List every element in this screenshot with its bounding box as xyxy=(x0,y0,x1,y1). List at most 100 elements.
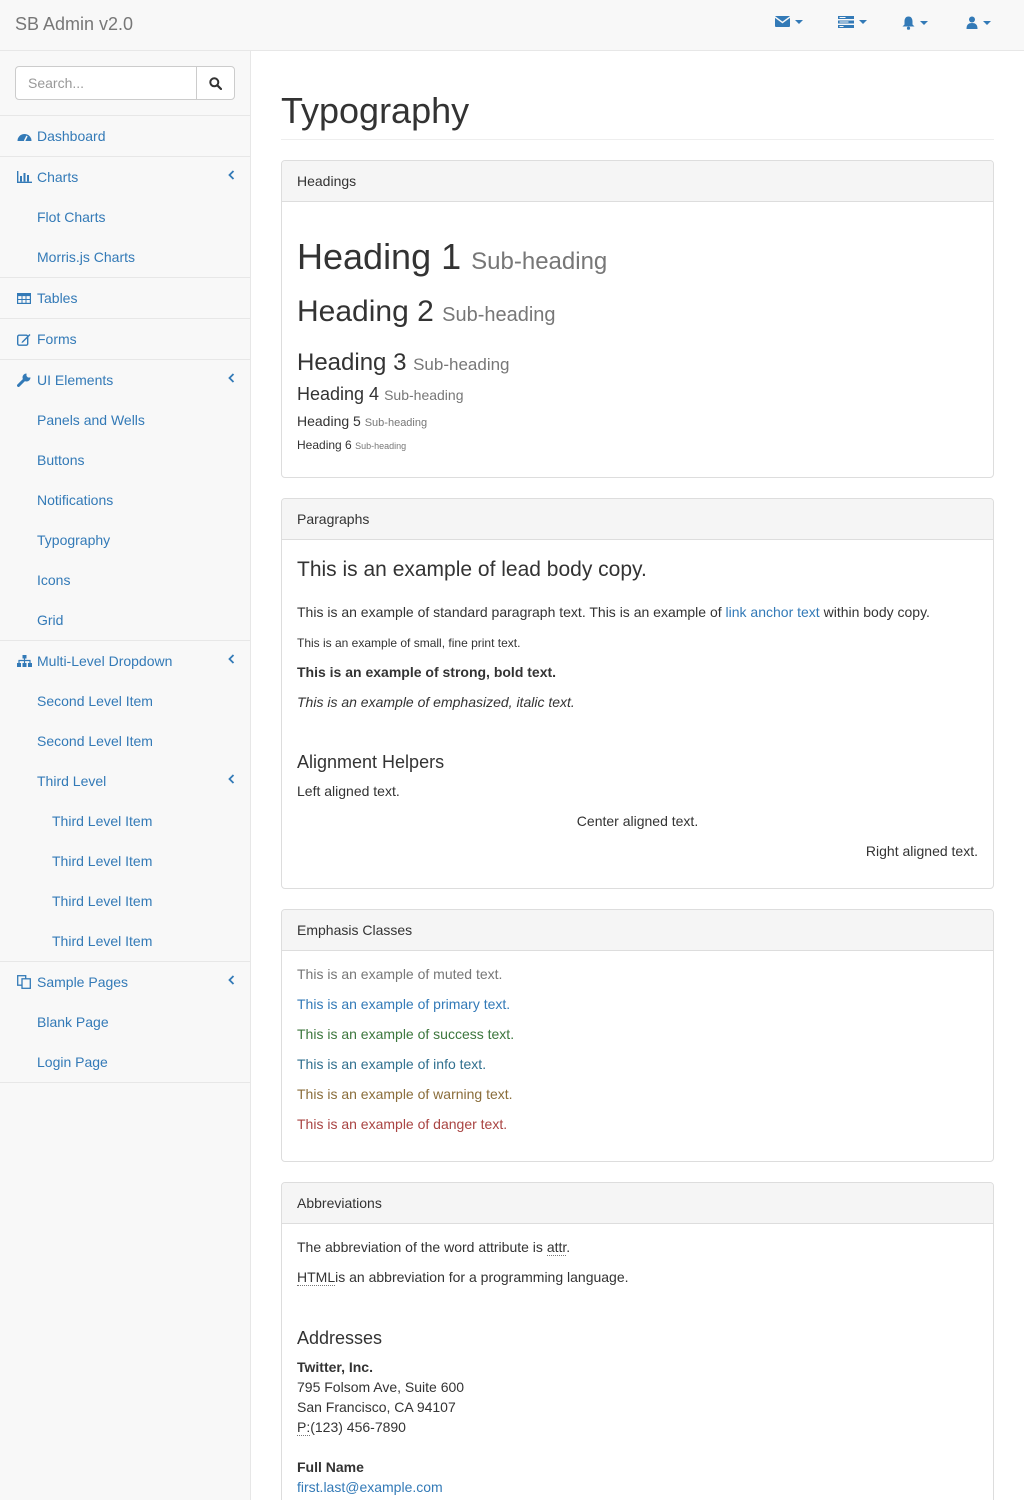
sidebar-group-charts: Charts Flot Charts Morris.js Charts xyxy=(0,157,250,278)
paragraphs-panel: Paragraphs This is an example of lead bo… xyxy=(281,498,994,889)
sidebar-group-tables: Tables xyxy=(0,278,250,319)
sub-heading: Sub-heading xyxy=(364,417,428,429)
sidebar: Dashboard Charts Flot Charts Morris.js C… xyxy=(0,51,251,1500)
muted-text: This is an example of muted text. xyxy=(297,966,503,982)
heading-5: Heading 5 Sub-heading xyxy=(297,413,428,429)
abbreviation-line: The abbreviation of the word attribute i… xyxy=(297,1239,571,1256)
bar-chart-icon xyxy=(17,171,32,183)
success-text: This is an example of success text. xyxy=(297,1026,515,1042)
headings-panel: Headings Heading 1 Sub-heading Heading 2… xyxy=(281,160,994,478)
anchor-link[interactable]: link anchor text xyxy=(726,604,820,620)
lead-paragraph: This is an example of lead body copy. xyxy=(297,558,647,581)
emphasis-panel: Emphasis Classes This is an example of m… xyxy=(281,909,994,1162)
page-title: Typography xyxy=(281,90,470,131)
abbr-html: HTML xyxy=(297,1269,336,1286)
heading-3: Heading 3 Sub-heading xyxy=(297,349,510,376)
heading-4: Heading 4 Sub-heading xyxy=(297,384,464,404)
sidebar-group-forms: Forms xyxy=(0,319,250,360)
address-company: Twitter, Inc. xyxy=(297,1359,373,1375)
html-abbreviation-line: HTMLis an abbreviation for a programming… xyxy=(297,1269,629,1286)
sidebar-item-label: Tables xyxy=(37,290,78,306)
sidebar-item-third-level-item-2[interactable]: Third Level Item xyxy=(0,841,250,881)
sidebar-group-ui-elements: UI Elements Panels and Wells Buttons Not… xyxy=(0,360,250,641)
left-aligned-text: Left aligned text. xyxy=(297,783,400,799)
sidebar-item-third-level-item-1[interactable]: Third Level Item xyxy=(0,801,250,841)
sidebar-item-grid[interactable]: Grid xyxy=(0,600,250,640)
sidebar-item-dashboard[interactable]: Dashboard xyxy=(0,116,250,156)
table-icon xyxy=(17,292,31,304)
sidebar-group-dashboard: Dashboard xyxy=(0,116,250,157)
sidebar-group-sample-pages: Sample Pages Blank Page Login Page xyxy=(0,962,250,1083)
alerts-dropdown[interactable] xyxy=(902,16,928,30)
primary-text: This is an example of primary text. xyxy=(297,996,511,1012)
sidebar-item-charts[interactable]: Charts xyxy=(0,157,250,197)
strong-paragraph: This is an example of strong, bold text. xyxy=(297,664,557,680)
sidebar-item-third-level[interactable]: Third Level xyxy=(0,761,250,801)
heading-2: Heading 2 Sub-heading xyxy=(297,295,556,328)
user-dropdown[interactable] xyxy=(966,16,991,29)
chevron-left-icon xyxy=(228,774,235,784)
sidebar-item-tables[interactable]: Tables xyxy=(0,278,250,318)
sidebar-item-second-level-1[interactable]: Second Level Item xyxy=(0,681,250,721)
sidebar-item-icons[interactable]: Icons xyxy=(0,560,250,600)
sub-heading: Sub-heading xyxy=(384,387,464,403)
sidebar-item-third-level-item-4[interactable]: Third Level Item xyxy=(0,921,250,961)
sidebar-item-morris-charts[interactable]: Morris.js Charts xyxy=(0,237,250,277)
emphasized-paragraph: This is an example of emphasized, italic… xyxy=(297,694,575,710)
sidebar-item-buttons[interactable]: Buttons xyxy=(0,440,250,480)
sidebar-item-login-page[interactable]: Login Page xyxy=(0,1042,250,1082)
sidebar-search xyxy=(0,51,250,116)
wrench-icon xyxy=(17,373,31,387)
address-city: San Francisco, CA 94107 xyxy=(297,1399,456,1415)
sidebar-item-third-level-item-3[interactable]: Third Level Item xyxy=(0,881,250,921)
sidebar-item-ui-elements[interactable]: UI Elements xyxy=(0,360,250,400)
sub-heading: Sub-heading xyxy=(413,355,510,374)
sidebar-item-sample-pages[interactable]: Sample Pages xyxy=(0,962,250,1002)
chevron-left-icon xyxy=(228,654,235,664)
tasks-icon xyxy=(838,16,854,28)
abbr-attr: attr xyxy=(546,1239,567,1256)
sidebar-item-second-level-2[interactable]: Second Level Item xyxy=(0,721,250,761)
sidebar-item-panels-wells[interactable]: Panels and Wells xyxy=(0,400,250,440)
chevron-left-icon xyxy=(228,975,235,985)
sidebar-item-blank-page[interactable]: Blank Page xyxy=(0,1002,250,1042)
brand-link[interactable]: SB Admin v2.0 xyxy=(15,14,133,35)
panel-body: Heading 1 Sub-heading Heading 2 Sub-head… xyxy=(282,202,993,452)
sidebar-item-label: Forms xyxy=(37,331,77,347)
search-button[interactable] xyxy=(196,66,235,100)
email-link[interactable]: first.last@example.com xyxy=(297,1479,443,1495)
dashboard-icon xyxy=(17,133,32,141)
panel-heading: Emphasis Classes xyxy=(282,910,993,951)
sidebar-item-multi-level[interactable]: Multi-Level Dropdown xyxy=(0,641,250,681)
tasks-dropdown[interactable] xyxy=(838,16,867,28)
heading-6: Heading 6 Sub-heading xyxy=(297,438,407,452)
sidebar-group-multi-level: Multi-Level Dropdown Second Level Item S… xyxy=(0,641,250,962)
caret-down-icon xyxy=(795,19,803,24)
sidebar-item-forms[interactable]: Forms xyxy=(0,319,250,359)
panel-body: The abbreviation of the word attribute i… xyxy=(282,1224,993,1495)
chevron-left-icon xyxy=(228,170,235,180)
sidebar-item-flot-charts[interactable]: Flot Charts xyxy=(0,197,250,237)
alignment-heading: Alignment Helpers xyxy=(297,752,445,772)
addresses-heading: Addresses xyxy=(297,1328,383,1348)
panel-heading: Paragraphs xyxy=(282,499,993,540)
panel-heading: Abbreviations xyxy=(282,1183,993,1224)
messages-dropdown[interactable] xyxy=(775,16,803,27)
sidebar-item-label: Dashboard xyxy=(37,128,106,144)
search-input[interactable] xyxy=(15,66,197,100)
sitemap-icon xyxy=(17,655,32,667)
sidebar-item-typography[interactable]: Typography xyxy=(0,520,250,560)
standard-paragraph: This is an example of standard paragraph… xyxy=(297,604,930,620)
panel-heading: Headings xyxy=(282,161,993,202)
caret-down-icon xyxy=(859,20,867,24)
abbr-phone: P: xyxy=(297,1419,311,1436)
sidebar-item-notifications[interactable]: Notifications xyxy=(0,480,250,520)
caret-down-icon xyxy=(920,21,928,25)
info-text: This is an example of info text. xyxy=(297,1056,487,1072)
panel-body: This is an example of lead body copy. Th… xyxy=(282,540,993,859)
bell-icon xyxy=(902,16,915,30)
edit-icon xyxy=(17,333,31,346)
warning-text: This is an example of warning text. xyxy=(297,1086,513,1102)
sub-heading: Sub-heading xyxy=(471,248,608,275)
page-header: Typography xyxy=(281,91,994,140)
